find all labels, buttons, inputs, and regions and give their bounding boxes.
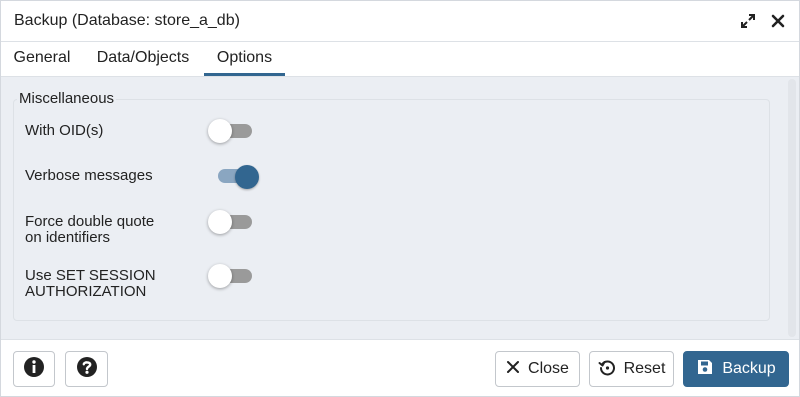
with-oids-label-line: With OID(s) bbox=[25, 122, 104, 139]
help-button[interactable] bbox=[65, 351, 108, 387]
dialog-title: Backup (Database: store_a_db) bbox=[14, 12, 240, 29]
title-actions bbox=[739, 11, 787, 31]
tab-data-objects[interactable]: Data/Objects bbox=[83, 42, 203, 76]
force-double-quote-label: Force double quote on identifiers bbox=[25, 214, 154, 246]
close-icon bbox=[506, 360, 520, 379]
set-session-authorization-label-line-2: AUTHORIZATION bbox=[25, 283, 147, 300]
with-oids-toggle[interactable] bbox=[208, 119, 254, 143]
set-session-authorization-label: Use SET SESSION AUTHORIZATION bbox=[25, 268, 156, 300]
dialog-footer: Close Reset Backup bbox=[1, 339, 799, 396]
tab-general[interactable]: General bbox=[1, 42, 83, 76]
info-icon bbox=[23, 356, 45, 383]
verbose-messages-label: Verbose messages bbox=[25, 168, 153, 184]
expand-icon[interactable] bbox=[739, 11, 757, 31]
toggle-knob bbox=[208, 119, 232, 143]
toggle-knob bbox=[235, 165, 259, 189]
backup-button-label: Backup bbox=[722, 360, 776, 377]
tab-options[interactable]: Options bbox=[204, 42, 285, 76]
miscellaneous-legend: Miscellaneous bbox=[17, 90, 117, 107]
close-icon[interactable] bbox=[769, 11, 787, 31]
reset-button[interactable]: Reset bbox=[589, 351, 674, 387]
scrollbar-thumb[interactable] bbox=[788, 79, 796, 337]
save-icon bbox=[696, 358, 714, 381]
force-double-quote-label-line-1: Force double quote bbox=[25, 213, 155, 230]
close-button-label: Close bbox=[528, 360, 569, 377]
force-double-quote-toggle[interactable] bbox=[208, 210, 254, 234]
reset-icon bbox=[598, 358, 616, 381]
toggle-knob bbox=[208, 264, 232, 288]
set-session-authorization-label-line-1: Use SET SESSION bbox=[25, 267, 156, 284]
vertical-scrollbar[interactable] bbox=[785, 77, 799, 339]
reset-button-label: Reset bbox=[623, 360, 666, 377]
help-icon bbox=[76, 356, 98, 383]
info-button[interactable] bbox=[13, 351, 55, 387]
backup-button[interactable]: Backup bbox=[683, 351, 789, 387]
close-button[interactable]: Close bbox=[495, 351, 580, 387]
force-double-quote-label-line-2: on identifiers bbox=[25, 229, 111, 246]
title-bar: Backup (Database: store_a_db) bbox=[1, 1, 799, 42]
with-oids-label: With OID(s) bbox=[25, 123, 103, 139]
verbose-messages-label-line: Verbose messages bbox=[25, 167, 153, 184]
backup-dialog: Backup (Database: store_a_db) General Da… bbox=[0, 0, 800, 397]
options-panel: Miscellaneous With OID(s) Verbose messag… bbox=[1, 77, 799, 339]
verbose-messages-toggle[interactable] bbox=[208, 164, 259, 189]
set-session-authorization-toggle[interactable] bbox=[208, 264, 254, 288]
toggle-knob bbox=[208, 210, 232, 234]
tab-bar: General Data/Objects Options bbox=[1, 42, 799, 77]
